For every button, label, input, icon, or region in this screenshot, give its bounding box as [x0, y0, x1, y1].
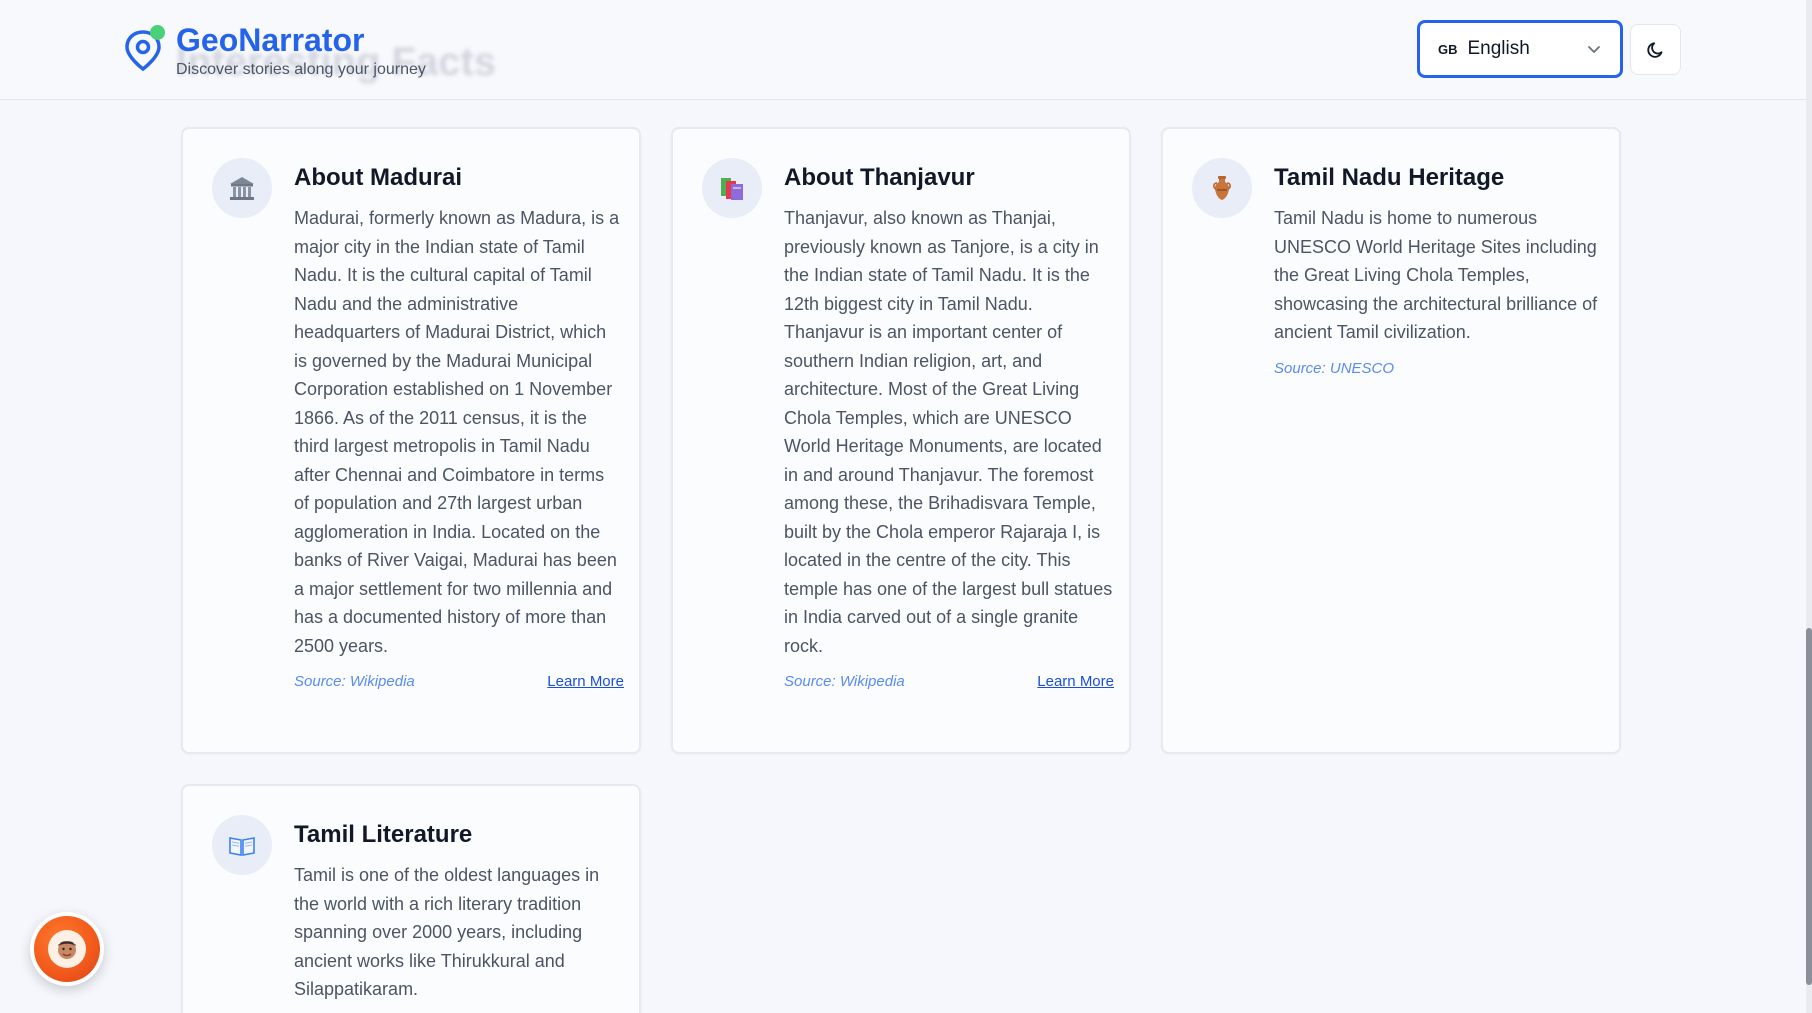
card-title: About Madurai — [294, 164, 462, 191]
fact-card: Tamil Nadu Heritage Tamil Nadu is home t… — [1161, 127, 1621, 754]
card-title: Tamil Nadu Heritage — [1274, 164, 1505, 191]
card-title: About Thanjavur — [784, 164, 975, 191]
app-title[interactable]: GeoNarrator — [176, 22, 365, 59]
learn-more-link[interactable]: Learn More — [547, 673, 624, 690]
app-tagline: Discover stories along your journey — [176, 61, 426, 78]
language-select[interactable]: GB English — [1417, 20, 1623, 78]
card-source: Source: Wikipedia — [784, 673, 905, 690]
avatar-icon — [34, 916, 100, 982]
status-dot — [150, 25, 165, 40]
learn-more-link[interactable]: Learn More — [1037, 673, 1114, 690]
theme-toggle-button[interactable] — [1630, 24, 1681, 75]
fact-card: Tamil Literature Tamil is one of the old… — [181, 784, 641, 1013]
card-text: Tamil Nadu is home to numerous UNESCO Wo… — [1274, 208, 1598, 342]
open-book-icon — [212, 815, 272, 875]
flag-icon: GB — [1438, 41, 1458, 57]
assistant-avatar-button[interactable] — [30, 912, 104, 986]
fact-card: About Thanjavur Thanjavur, also known as… — [671, 127, 1131, 754]
books-icon — [702, 158, 762, 218]
page: Interesting Facts GeoNarrator Discover s… — [0, 0, 1812, 1013]
scrollbar-thumb[interactable] — [1806, 628, 1812, 985]
museum-icon — [212, 158, 272, 218]
card-title: Tamil Literature — [294, 821, 473, 848]
chevron-down-icon — [1588, 46, 1600, 53]
card-text: Tamil is one of the oldest languages in … — [294, 865, 600, 999]
app-header: Interesting Facts GeoNarrator Discover s… — [0, 0, 1806, 100]
card-text: Thanjavur, also known as Thanjai, previo… — [784, 208, 1113, 656]
card-source: Source: Wikipedia — [294, 673, 415, 690]
moon-icon — [1646, 41, 1662, 58]
amphora-icon — [1192, 158, 1252, 218]
card-text: Madurai, formerly known as Madura, is a … — [294, 208, 620, 656]
fact-card: About Madurai Madurai, formerly known as… — [181, 127, 641, 754]
language-select-value: English — [1467, 38, 1530, 59]
card-source: Source: UNESCO — [1274, 359, 1395, 377]
